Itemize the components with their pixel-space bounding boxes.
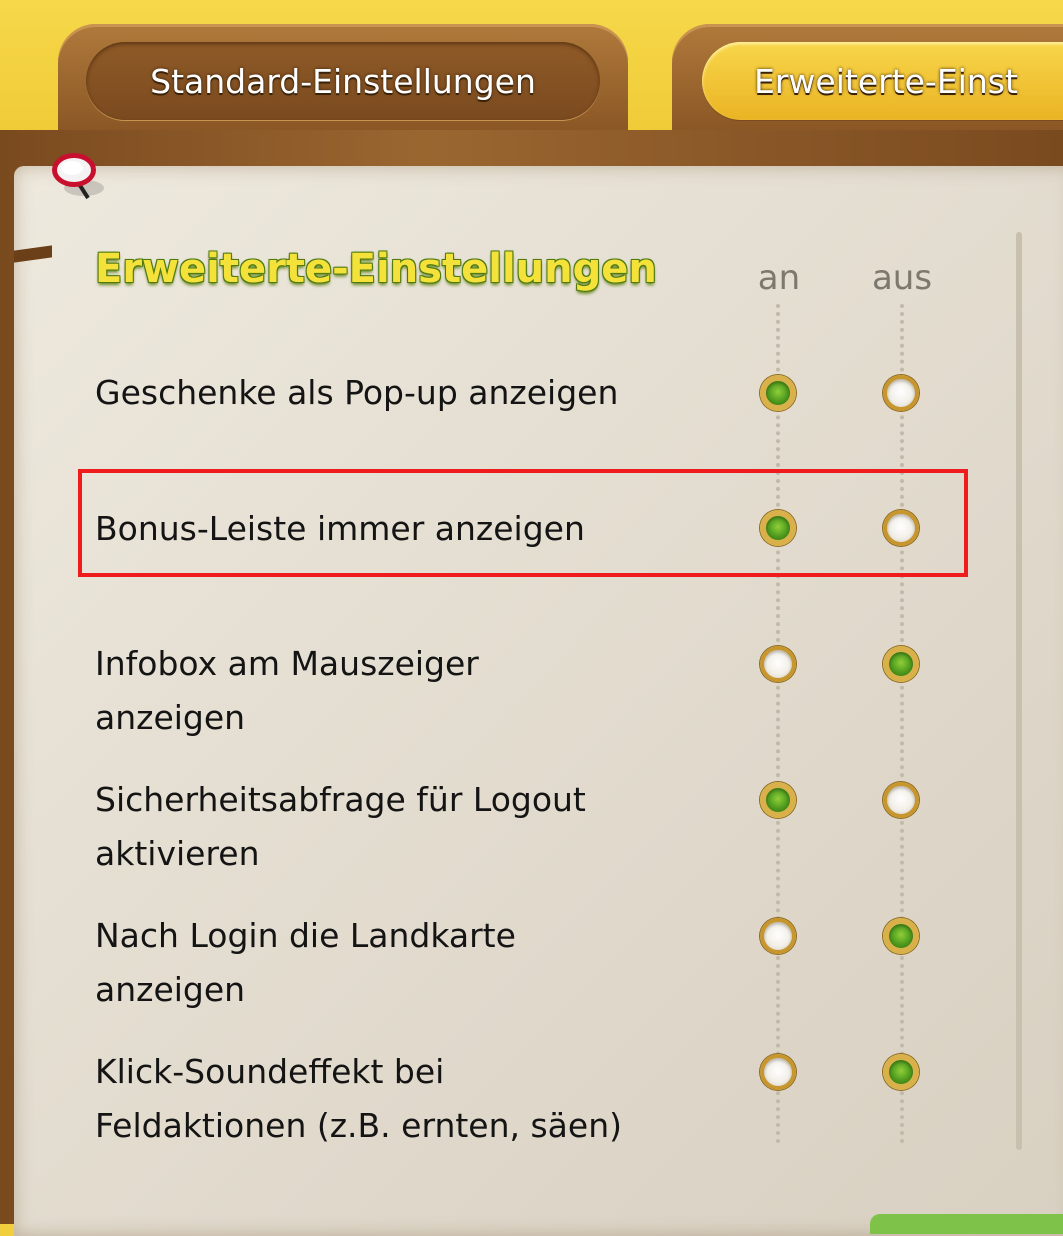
setting-label-line: Klick-Soundeffekt bei	[95, 1052, 445, 1091]
column-header-off: aus	[871, 258, 933, 298]
radio-logout-confirm-on[interactable]	[760, 782, 796, 818]
column-header-on: an	[757, 258, 801, 298]
setting-label-line: Nach Login die Landkarte	[95, 916, 516, 955]
radio-gift-popup-off[interactable]	[883, 375, 919, 411]
radio-bonus-bar-off[interactable]	[883, 510, 919, 546]
panel-heading: Erweiterte-Einstellungen	[95, 246, 657, 292]
radio-bonus-bar-on[interactable]	[760, 510, 796, 546]
tab-advanced-settings[interactable]: Erweiterte-Einst	[672, 24, 1063, 132]
radio-map-after-login-off[interactable]	[883, 918, 919, 954]
scrollbar-track[interactable]	[1016, 232, 1022, 1150]
column-guide-on	[776, 304, 780, 1144]
radio-infobox-on[interactable]	[760, 646, 796, 682]
setting-label-bonus-bar: Bonus-Leiste immer anzeigen	[95, 502, 735, 556]
setting-label-line: Infobox am Mauszeiger	[95, 644, 479, 683]
setting-label-gift-popup: Geschenke als Pop-up anzeigen	[95, 366, 735, 420]
column-guide-off	[900, 304, 904, 1144]
green-button-edge	[870, 1214, 1063, 1234]
setting-label-map-after-login: Nach Login die Landkarte anzeigen	[95, 909, 735, 1017]
tab-advanced-settings-label: Erweiterte-Einst	[702, 42, 1063, 120]
setting-label-line: Sicherheitsabfrage für Logout	[95, 780, 586, 819]
radio-infobox-off[interactable]	[883, 646, 919, 682]
setting-label-line: Feldaktionen (z.B. ernten, säen)	[95, 1106, 623, 1145]
setting-label-infobox: Infobox am Mauszeiger anzeigen	[95, 637, 735, 745]
setting-label-line: Geschenke als Pop-up anzeigen	[95, 373, 619, 412]
radio-click-sound-on[interactable]	[760, 1054, 796, 1090]
setting-label-line: aktivieren	[95, 834, 260, 873]
radio-logout-confirm-off[interactable]	[883, 782, 919, 818]
setting-label-line: anzeigen	[95, 698, 246, 737]
setting-label-line: Bonus-Leiste immer anzeigen	[95, 509, 585, 548]
pin-icon	[48, 146, 108, 206]
tab-standard-settings[interactable]: Standard-Einstellungen	[58, 24, 628, 132]
tab-standard-settings-label: Standard-Einstellungen	[86, 42, 600, 120]
setting-label-click-sound: Klick-Soundeffekt bei Feldaktionen (z.B.…	[95, 1045, 735, 1153]
radio-click-sound-off[interactable]	[883, 1054, 919, 1090]
setting-label-line: anzeigen	[95, 970, 246, 1009]
setting-label-logout-confirm: Sicherheitsabfrage für Logout aktivieren	[95, 773, 735, 881]
radio-gift-popup-on[interactable]	[760, 375, 796, 411]
radio-map-after-login-on[interactable]	[760, 918, 796, 954]
